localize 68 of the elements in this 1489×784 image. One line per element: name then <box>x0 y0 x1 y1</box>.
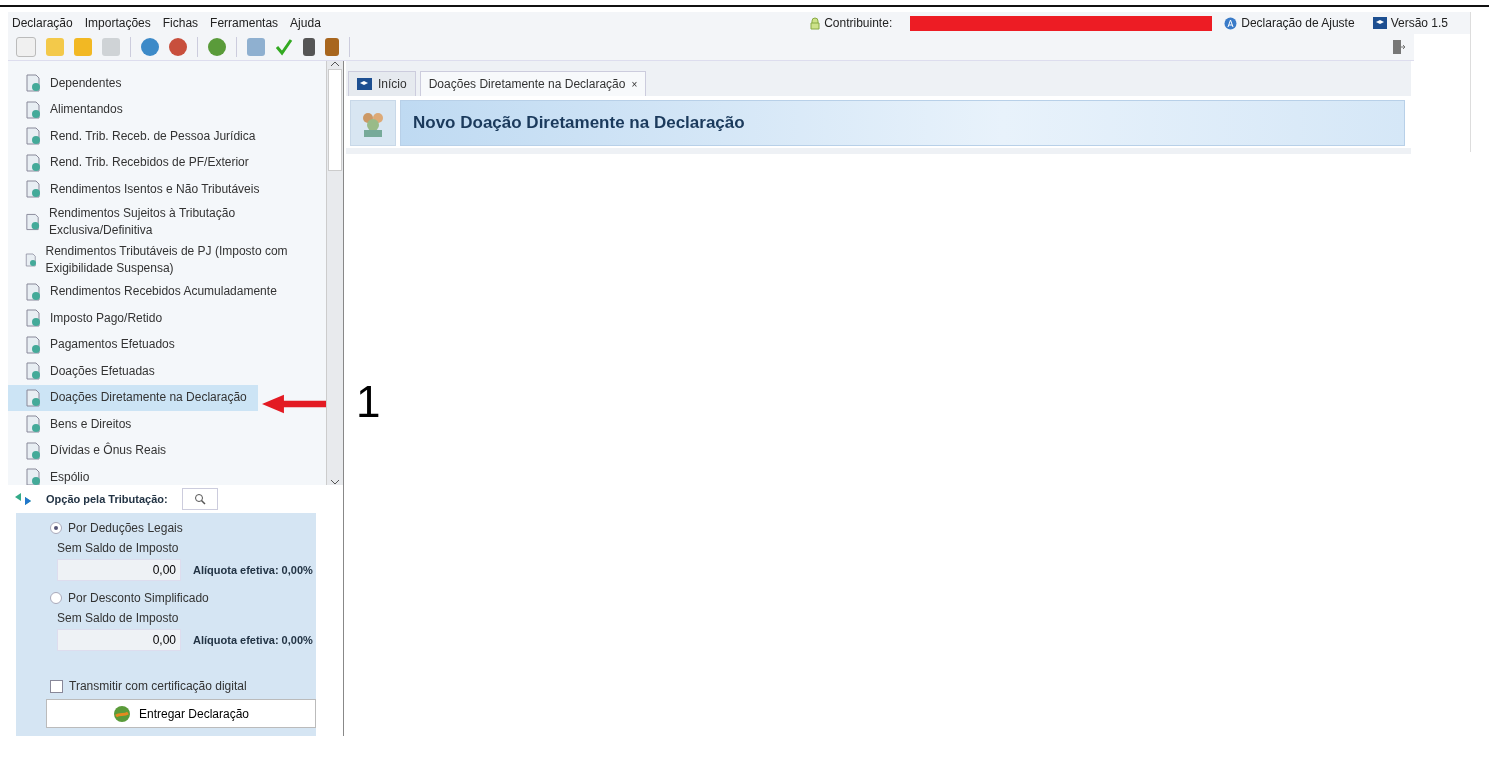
status-label: Sem Saldo de Imposto <box>57 541 180 555</box>
logo-icon <box>1372 17 1387 29</box>
document-icon <box>24 441 42 460</box>
document-icon <box>24 362 42 381</box>
document-icon <box>24 74 42 93</box>
close-tab-button[interactable]: × <box>631 78 638 90</box>
menu-item[interactable]: Ajuda <box>290 16 321 30</box>
sidebar-item[interactable]: Rendimentos Tributáveis de PJ (Imposto com Exigibilidade Suspensa) <box>8 240 326 279</box>
tab[interactable]: Início <box>348 71 416 96</box>
document-icon <box>24 309 42 328</box>
logo-icon <box>357 78 372 90</box>
search-icon <box>193 493 206 505</box>
scroll-down-icon[interactable] <box>331 479 339 485</box>
contributor-label: Contribuinte: <box>824 16 893 30</box>
sidebar-item[interactable]: Dívidas e Ônus Reais <box>8 437 326 464</box>
search-button[interactable] <box>181 488 218 510</box>
amount-field[interactable]: 0,00 <box>57 559 181 581</box>
menu-item[interactable]: Fichas <box>162 16 199 30</box>
amount-field[interactable]: 0,00 <box>57 629 181 651</box>
sidebar-item[interactable]: Rendimentos Sujeitos à Tributação Exclusiva/Definitiva <box>8 202 326 241</box>
sidebar-item[interactable]: Doações Diretamente na Declaração <box>8 384 258 411</box>
radio-option[interactable]: Por Desconto Simplificado <box>50 591 316 605</box>
sidebar-item[interactable]: Imposto Pago/Retido <box>8 305 326 332</box>
rate-label: Alíquota efetiva: 0,00% <box>193 564 313 576</box>
tab[interactable]: Doações Diretamente na Declaração × <box>419 71 647 96</box>
sidebar-item[interactable]: Doações Efetuadas <box>8 358 326 385</box>
declaration-type: Declaração de Ajuste <box>1241 16 1355 30</box>
sidebar-item[interactable]: Rendimentos Recebidos Acumuladamente <box>8 278 326 305</box>
version-label: Versão 1.5 <box>1390 16 1448 30</box>
status-label: Sem Saldo de Imposto <box>57 611 180 625</box>
document-icon <box>24 282 42 301</box>
document-icon <box>24 388 42 407</box>
sidebar-item[interactable]: Espólio <box>8 464 326 485</box>
document-icon <box>24 100 42 119</box>
sidebar-item[interactable]: Bens e Direitos <box>8 411 326 438</box>
document-icon <box>24 180 42 199</box>
rate-label: Alíquota efetiva: 0,00% <box>193 634 313 646</box>
sidebar-item[interactable]: Alimentandos <box>8 96 326 123</box>
document-icon <box>24 127 42 146</box>
page-title: Novo Doação Diretamente na Declaração <box>400 100 1405 146</box>
scrollbar[interactable] <box>326 61 343 485</box>
tax-option-title: Opção pela Tributação: <box>46 493 168 505</box>
document-icon <box>24 153 42 172</box>
exit-icon[interactable] <box>1392 39 1406 55</box>
certificate-checkbox[interactable]: Transmitir com certificação digital <box>50 679 316 693</box>
checkmark-icon[interactable] <box>275 38 293 56</box>
submit-button[interactable]: Entregar Declaração <box>46 699 316 728</box>
arrow-annotation <box>262 394 326 414</box>
sidebar-item[interactable]: Rend. Trib. Recebidos de PF/Exterior <box>8 149 326 176</box>
annotation-number: 1 <box>356 377 381 427</box>
lock-icon <box>810 16 821 30</box>
menu-item[interactable]: Declaração <box>12 16 73 30</box>
people-icon <box>350 100 396 146</box>
arrows-icon <box>14 492 32 506</box>
scroll-up-icon[interactable] <box>331 61 339 67</box>
sidebar-item[interactable]: Rend. Trib. Receb. de Pessoa Jurídica <box>8 123 326 150</box>
sidebar-item[interactable]: Pagamentos Efetuados <box>8 331 326 358</box>
document-icon <box>24 250 38 269</box>
menu-item[interactable]: Importações <box>84 16 151 30</box>
radio-option[interactable]: Por Deduções Legais <box>50 521 316 535</box>
scroll-thumb[interactable] <box>328 69 342 171</box>
document-icon <box>24 335 42 354</box>
menu-item[interactable]: Ferramentas <box>210 16 279 30</box>
sidebar-item[interactable]: Rendimentos Isentos e Não Tributáveis <box>8 176 326 203</box>
document-icon <box>24 415 42 434</box>
letter-a-icon <box>1224 16 1238 30</box>
document-icon <box>24 212 42 231</box>
sidebar-item[interactable]: Dependentes <box>8 70 326 97</box>
